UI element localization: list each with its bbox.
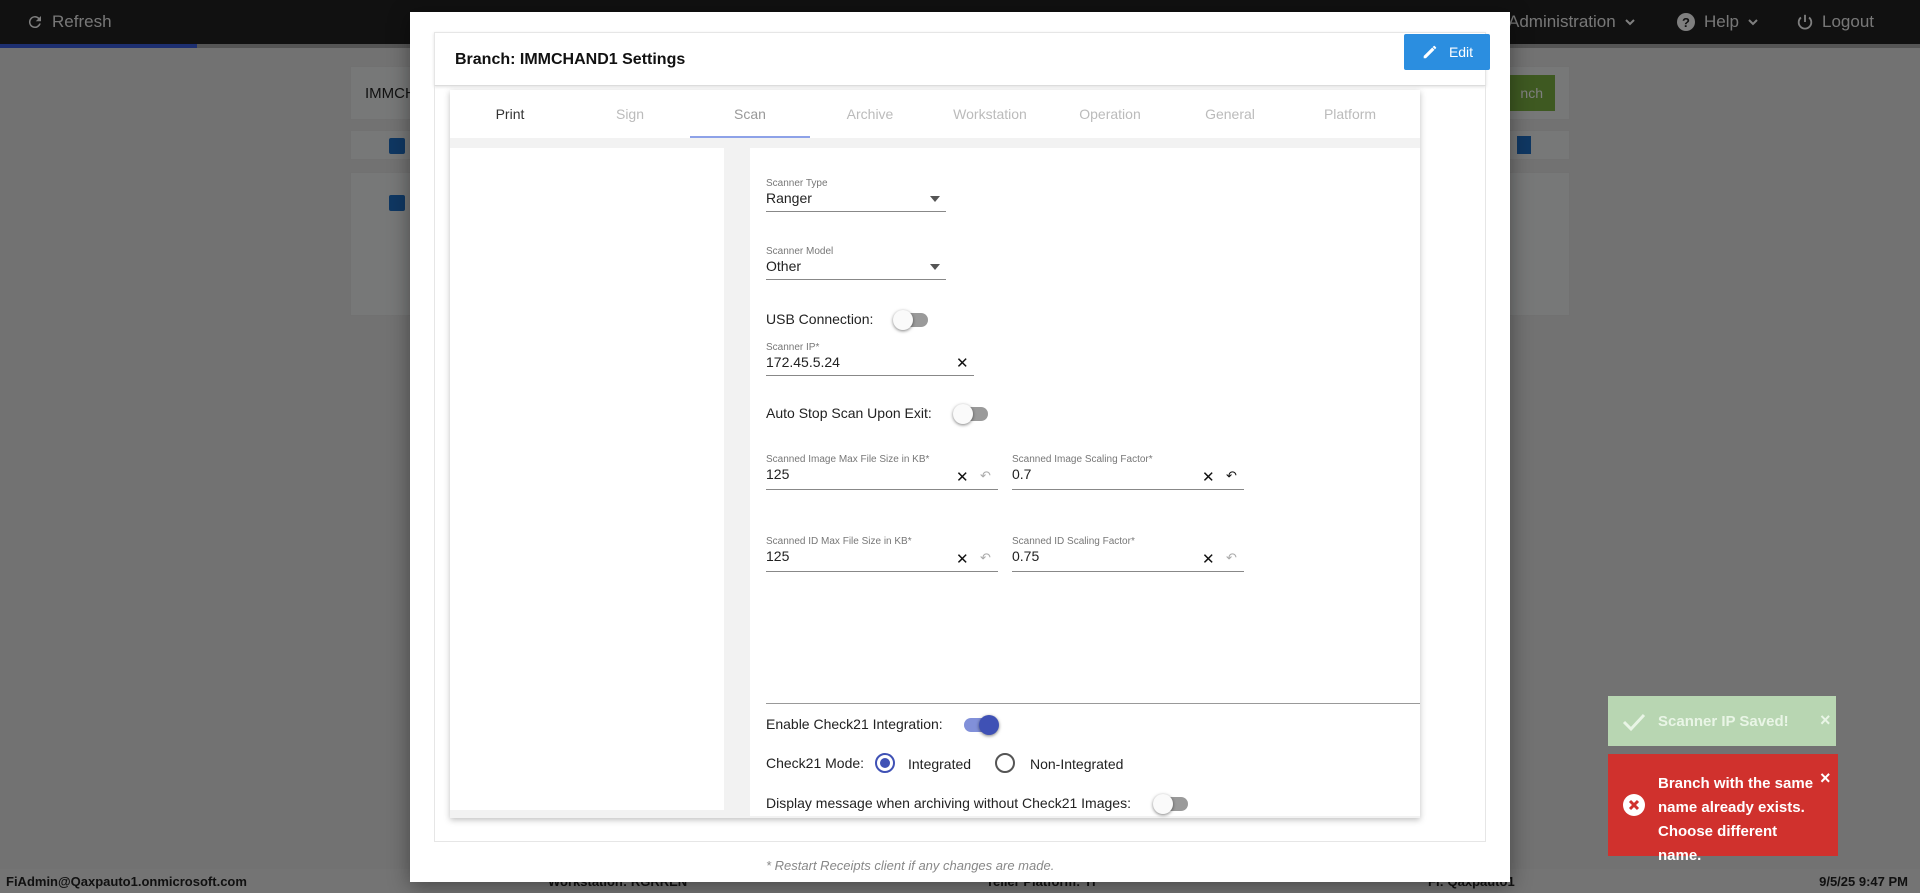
check21-enable-label: Enable Check21 Integration:: [766, 716, 943, 732]
tab-archive[interactable]: Archive: [810, 90, 930, 138]
settings-tabs: Print Sign Scan Archive Workstation Oper…: [450, 90, 1420, 138]
integrated-radio[interactable]: [875, 753, 895, 773]
tab-operation[interactable]: Operation: [1050, 90, 1170, 138]
image-max-size-field[interactable]: Scanned Image Max File Size in KB* 125 ✕…: [766, 454, 998, 490]
success-toast: Scanner IP Saved! ×: [1608, 696, 1836, 746]
pencil-icon: [1423, 45, 1437, 59]
scanner-type-value: Ranger: [766, 190, 812, 206]
clear-icon[interactable]: ✕: [1202, 550, 1215, 568]
scanner-type-select[interactable]: Scanner Type Ranger: [766, 178, 946, 212]
close-icon[interactable]: ×: [1820, 710, 1831, 731]
scanner-model-value: Other: [766, 258, 802, 274]
id-scaling-label: Scanned ID Scaling Factor*: [1012, 536, 1135, 547]
image-max-size-label: Scanned Image Max File Size in KB*: [766, 454, 930, 465]
undo-icon[interactable]: ↶: [980, 550, 991, 566]
auto-stop-label: Auto Stop Scan Upon Exit:: [766, 405, 932, 421]
settings-card: Print Sign Scan Archive Workstation Oper…: [450, 90, 1420, 873]
tab-platform[interactable]: Platform: [1290, 90, 1410, 138]
tab-general[interactable]: General: [1170, 90, 1290, 138]
error-toast-message: Branch with the same name already exists…: [1658, 775, 1814, 864]
modal-title: Branch: IMMCHAND1 Settings: [455, 51, 686, 68]
scanner-ip-label: Scanner IP*: [766, 342, 820, 353]
display-message-label: Display message when archiving without C…: [766, 795, 1131, 811]
section-divider: [766, 703, 1420, 704]
modal-header: Branch: IMMCHAND1 Settings: [434, 32, 1486, 86]
checkmark-icon: [1622, 713, 1646, 732]
scanner-model-label: Scanner Model: [766, 246, 834, 257]
undo-icon[interactable]: ↶: [1226, 468, 1237, 484]
id-scaling-field[interactable]: Scanned ID Scaling Factor* 0.75 ✕ ↶: [1012, 536, 1244, 572]
tab-scan[interactable]: Scan: [690, 90, 810, 138]
display-message-toggle[interactable]: [1153, 794, 1188, 814]
settings-left-panel: [450, 148, 724, 810]
integrated-radio-label: Integrated: [908, 756, 972, 772]
usb-connection-label: USB Connection:: [766, 311, 874, 327]
dropdown-arrow-icon: [930, 196, 940, 202]
branch-settings-modal: Branch: IMMCHAND1 Settings Edit Print Si…: [410, 12, 1510, 882]
tab-sign[interactable]: Sign: [570, 90, 690, 138]
non-integrated-radio-label: Non-Integrated: [1030, 756, 1124, 772]
edit-label: Edit: [1448, 44, 1474, 60]
clear-icon[interactable]: ✕: [1202, 468, 1215, 486]
scanner-model-select[interactable]: Scanner Model Other: [766, 246, 946, 280]
clear-icon[interactable]: ✕: [956, 354, 969, 372]
undo-icon[interactable]: ↶: [980, 468, 991, 484]
id-max-size-label: Scanned ID Max File Size in KB*: [766, 536, 912, 547]
scanner-ip-input[interactable]: 172.45.5.24: [766, 354, 974, 370]
scanner-type-label: Scanner Type: [766, 178, 828, 189]
edit-button[interactable]: Edit: [1404, 34, 1490, 70]
id-max-size-field[interactable]: Scanned ID Max File Size in KB* 125 ✕ ↶: [766, 536, 998, 572]
scanner-ip-field[interactable]: Scanner IP* 172.45.5.24 ✕: [766, 342, 974, 376]
tab-workstation[interactable]: Workstation: [930, 90, 1050, 138]
tab-print[interactable]: Print: [450, 90, 570, 138]
auto-stop-toggle[interactable]: [953, 404, 988, 424]
clear-icon[interactable]: ✕: [956, 550, 969, 568]
image-scaling-label: Scanned Image Scaling Factor*: [1012, 454, 1153, 465]
error-toast: Branch with the same name already exists…: [1608, 754, 1838, 864]
close-icon[interactable]: ×: [1820, 768, 1831, 789]
restart-note: * Restart Receipts client if any changes…: [766, 858, 1055, 873]
undo-icon[interactable]: ↶: [1226, 550, 1237, 566]
check21-enable-toggle[interactable]: [964, 715, 999, 735]
check21-mode-label: Check21 Mode:: [766, 755, 865, 771]
scan-settings-panel: Scanner Type Ranger Scanner Model Other …: [750, 148, 1420, 873]
clear-icon[interactable]: ✕: [956, 468, 969, 486]
image-scaling-field[interactable]: Scanned Image Scaling Factor* 0.7 ✕ ↶: [1012, 454, 1244, 490]
success-toast-message: Scanner IP Saved!: [1658, 713, 1789, 730]
dropdown-arrow-icon: [930, 264, 940, 270]
error-icon: [1623, 794, 1645, 816]
non-integrated-radio[interactable]: [995, 753, 1015, 773]
usb-connection-toggle[interactable]: [893, 310, 928, 330]
